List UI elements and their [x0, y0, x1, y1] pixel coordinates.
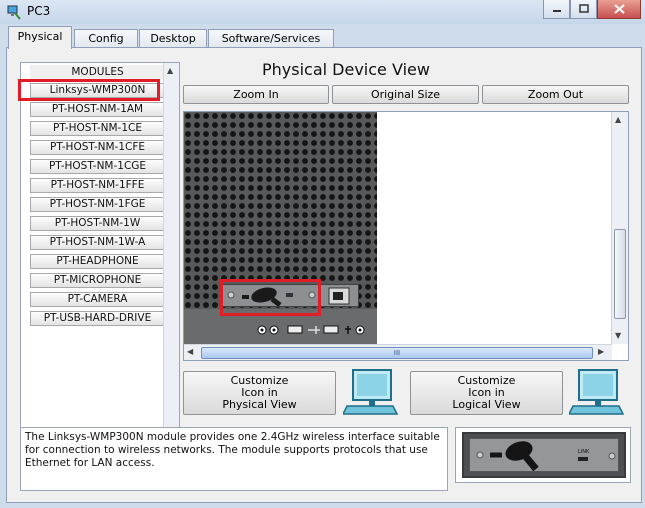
module-pt-usb-hard-drive[interactable]: PT-USB-HARD-DRIVE — [30, 311, 165, 326]
scroll-left-icon[interactable]: ◀ — [187, 347, 193, 356]
maximize-icon — [578, 4, 589, 13]
vertical-scroll-thumb[interactable] — [614, 229, 626, 319]
module-description: The Linksys-WMP300N module provides one … — [20, 427, 448, 491]
tab-physical[interactable]: Physical — [8, 26, 72, 49]
viewport-horizontal-scrollbar[interactable]: ◀ III ▶ — [184, 344, 612, 360]
module-thumbnail: LINK — [455, 427, 631, 483]
window-title: PC3 — [27, 4, 51, 18]
module-pt-host-nm-1w[interactable]: PT-HOST-NM-1W — [30, 216, 165, 231]
module-pt-host-nm-1w-a[interactable]: PT-HOST-NM-1W-A — [30, 235, 165, 250]
title-bar: PC3 — [0, 0, 645, 24]
scroll-right-icon[interactable]: ▶ — [598, 347, 604, 356]
tab-label: Physical — [17, 30, 63, 43]
module-pt-camera[interactable]: PT-CAMERA — [30, 292, 165, 307]
minimize-button[interactable] — [543, 0, 570, 19]
scroll-up-icon[interactable]: ▲ — [615, 115, 621, 124]
zoom-in-button[interactable]: Zoom In — [183, 85, 329, 104]
module-image: LINK — [462, 432, 626, 478]
modules-header: MODULES — [30, 65, 165, 80]
module-pt-host-nm-1ffe[interactable]: PT-HOST-NM-1FFE — [30, 178, 165, 193]
audio-ports-icon — [257, 325, 365, 335]
tab-label: Desktop — [150, 32, 196, 45]
tab-label: Software/Services — [221, 32, 321, 45]
customize-physical-icon-button[interactable]: Customize Icon in Physical View — [183, 371, 336, 415]
close-icon — [613, 4, 625, 14]
tab-label: Config — [88, 32, 124, 45]
close-button[interactable] — [597, 0, 641, 19]
horizontal-scroll-thumb[interactable]: III — [201, 347, 593, 359]
link-label: LINK — [578, 449, 590, 455]
tab-desktop[interactable]: Desktop — [139, 29, 207, 48]
tab-strip: Physical Config Desktop Software/Service… — [0, 24, 645, 49]
tab-software-services[interactable]: Software/Services — [208, 29, 334, 48]
button-line: Physical View — [222, 398, 297, 411]
zoom-out-button[interactable]: Zoom Out — [482, 85, 629, 104]
module-pt-host-nm-1fge[interactable]: PT-HOST-NM-1FGE — [30, 197, 165, 212]
maximize-button[interactable] — [570, 0, 597, 19]
module-pt-host-nm-1cge[interactable]: PT-HOST-NM-1CGE — [30, 159, 165, 174]
computer-icon — [343, 369, 399, 415]
selected-module-highlight — [18, 79, 160, 101]
module-pt-headphone[interactable]: PT-HEADPHONE — [30, 254, 165, 269]
view-title: Physical Device View — [262, 60, 430, 79]
tab-config[interactable]: Config — [74, 29, 138, 48]
viewport-vertical-scrollbar[interactable]: ▲ ▼ — [611, 112, 628, 344]
minimize-icon — [552, 10, 561, 12]
module-highlight — [220, 279, 321, 316]
computer-icon — [569, 369, 625, 415]
physical-panel: MODULES Linksys-WMP300N PT-HOST-NM-1AM P… — [6, 47, 642, 503]
screw-icon — [608, 452, 616, 460]
antenna-icon — [476, 441, 539, 471]
modules-list: MODULES Linksys-WMP300N PT-HOST-NM-1AM P… — [20, 62, 180, 462]
module-pt-host-nm-1am[interactable]: PT-HOST-NM-1AM — [30, 102, 165, 117]
scroll-up-icon[interactable]: ▲ — [167, 66, 173, 75]
scroll-down-icon[interactable]: ▼ — [615, 331, 621, 340]
module-pt-host-nm-1cfe[interactable]: PT-HOST-NM-1CFE — [30, 140, 165, 155]
module-faceplate: LINK — [469, 438, 619, 472]
pc-app-icon — [7, 5, 21, 20]
ethernet-port-icon — [328, 287, 350, 305]
customize-logical-icon-button[interactable]: Customize Icon in Logical View — [410, 371, 563, 415]
module-pt-host-nm-1ce[interactable]: PT-HOST-NM-1CE — [30, 121, 165, 136]
device-viewport[interactable]: ▲ ▼ ◀ III ▶ — [183, 111, 629, 361]
modules-scrollbar[interactable]: ▲ ▼ — [163, 63, 179, 461]
led-icon — [578, 457, 588, 461]
module-pt-microphone[interactable]: PT-MICROPHONE — [30, 273, 165, 288]
button-line: Logical View — [452, 398, 521, 411]
original-size-button[interactable]: Original Size — [332, 85, 479, 104]
